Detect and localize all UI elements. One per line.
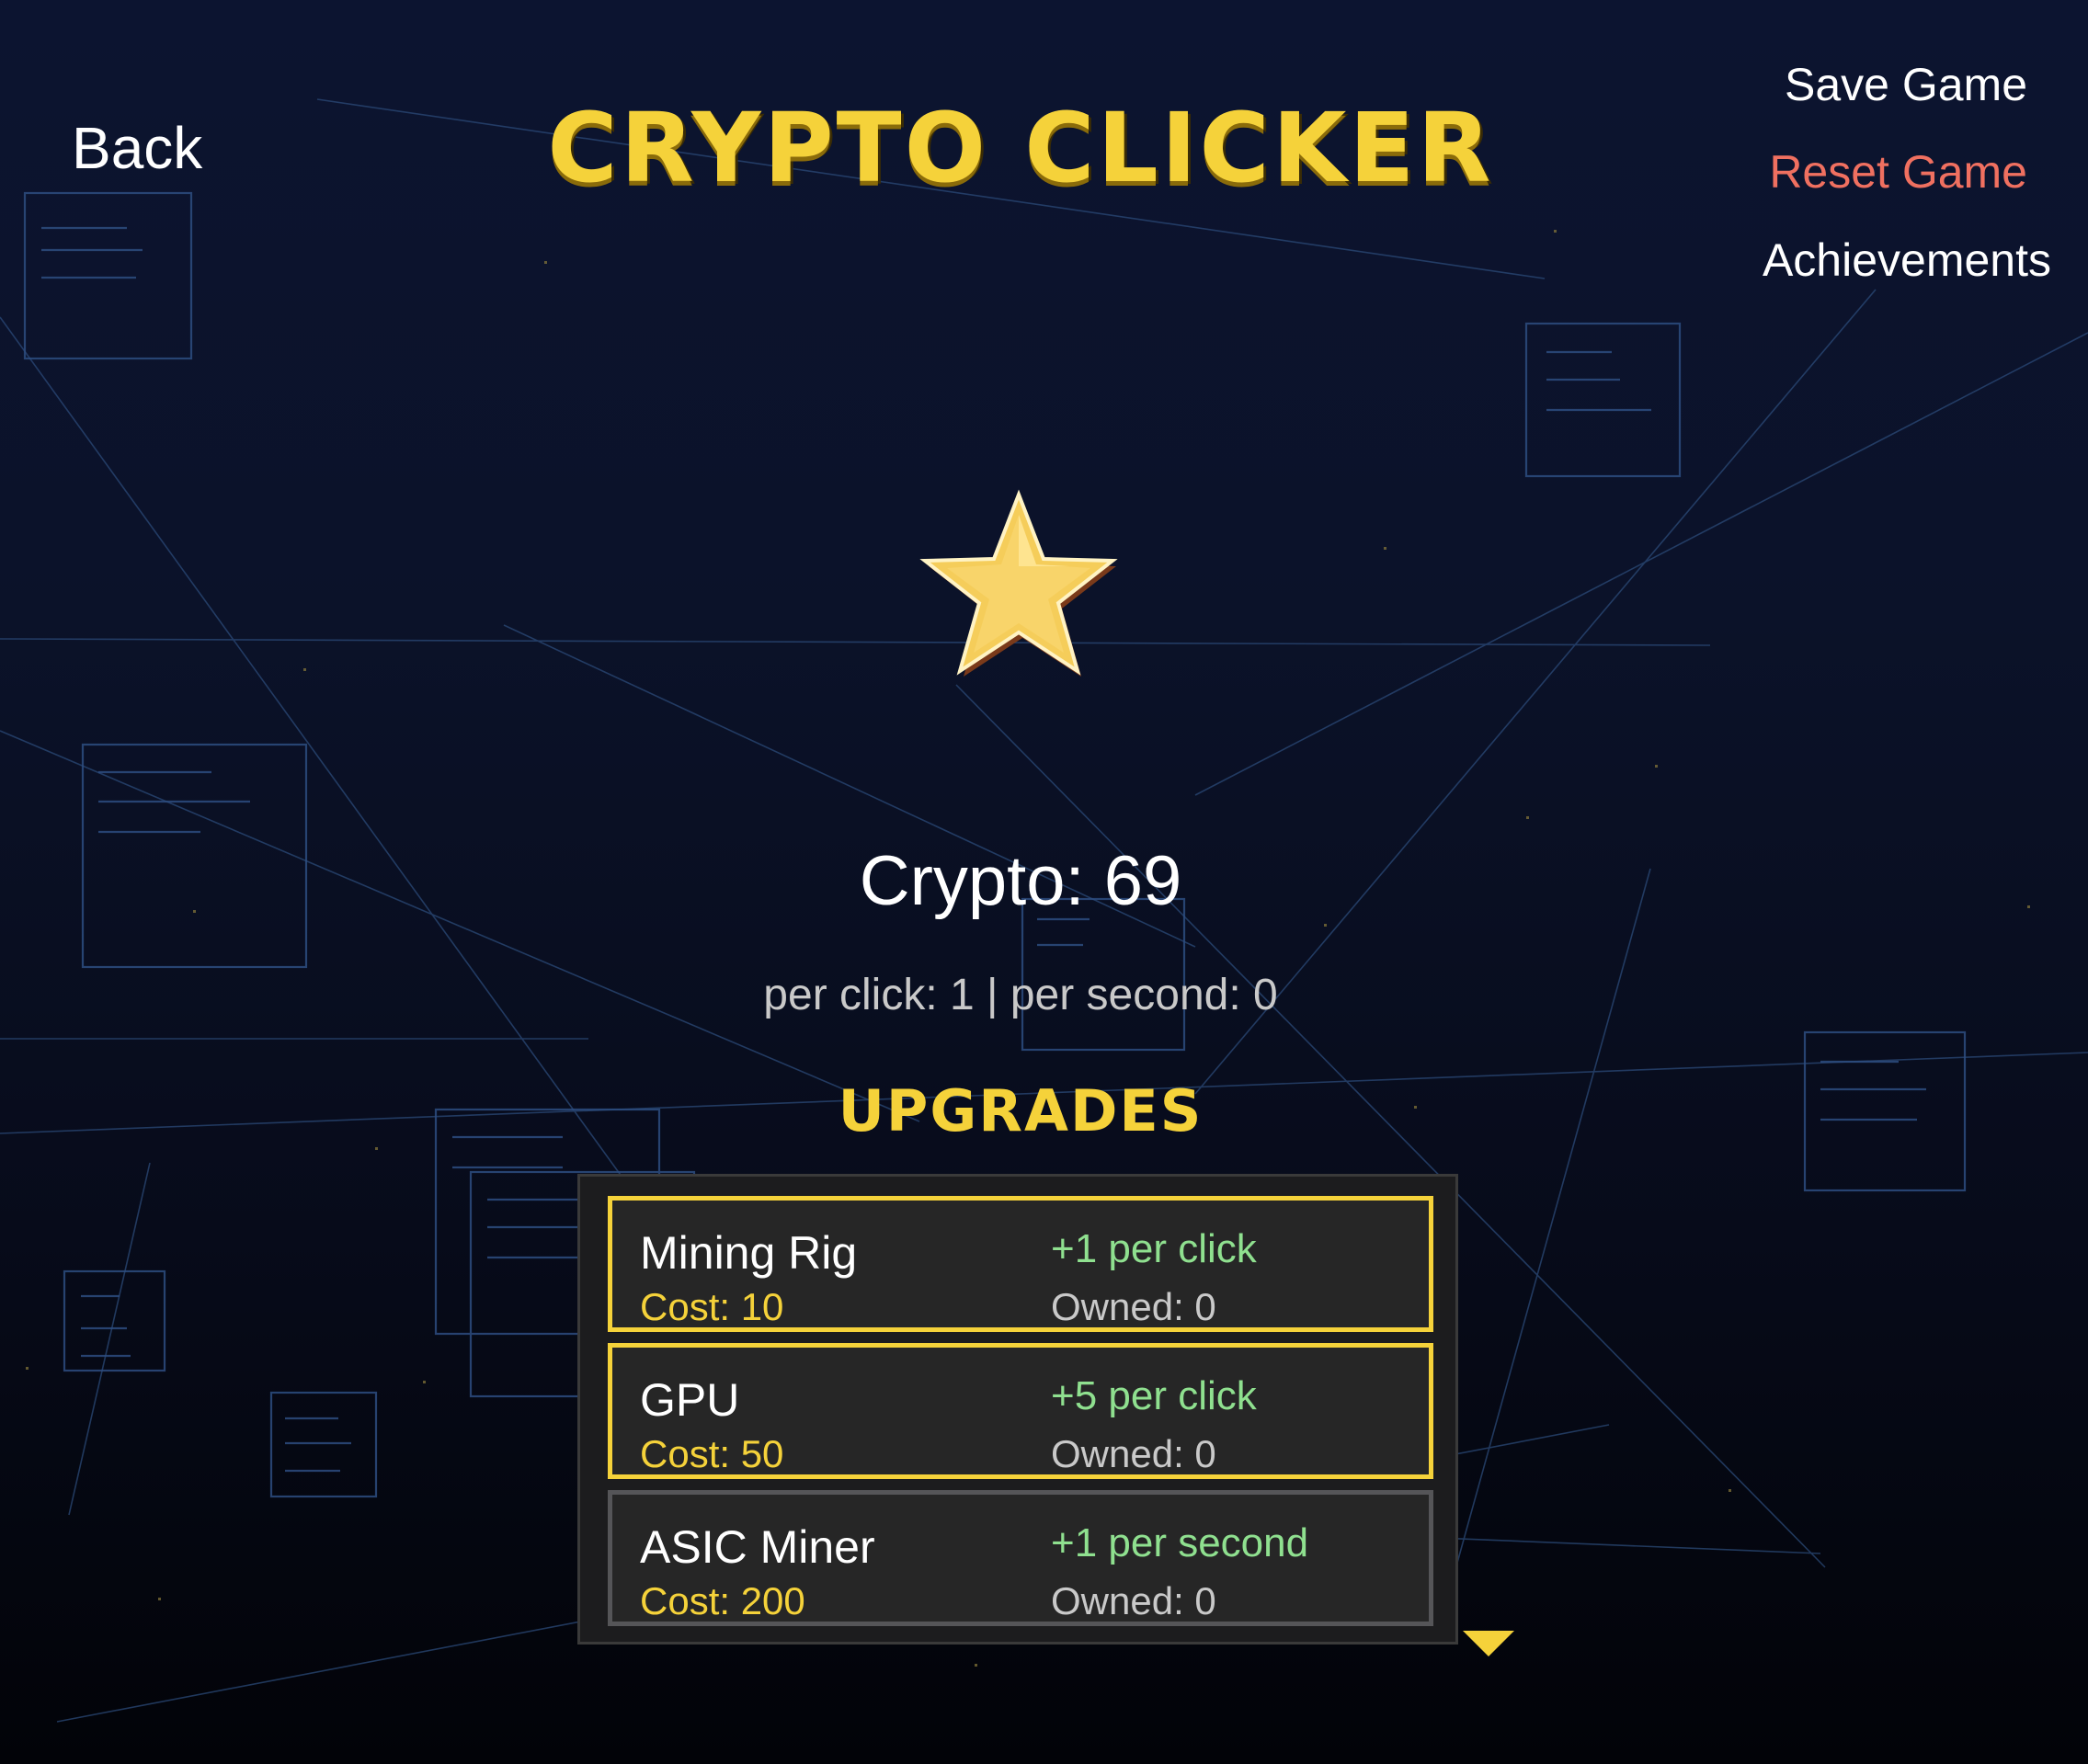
- upgrade-owned: Owned: 0: [1051, 1432, 1216, 1475]
- star-icon[interactable]: [918, 487, 1120, 685]
- upgrades-heading: UPGRADES: [838, 1077, 1204, 1144]
- rate-display: per click: 1 | per second: 0: [763, 971, 1278, 1019]
- upgrade-effect: +1 per click: [1051, 1226, 1257, 1271]
- upgrade-gpu[interactable]: GPU Cost: 50 +5 per click Owned: 0: [608, 1343, 1433, 1479]
- upgrade-list[interactable]: Mining Rig Cost: 10 +1 per click Owned: …: [577, 1174, 1458, 1645]
- game-background: Back Save Game Reset Game Achievements C…: [0, 0, 2088, 1764]
- upgrade-effect: +1 per second: [1051, 1520, 1309, 1565]
- upgrade-name: Mining Rig: [640, 1227, 858, 1279]
- upgrade-asic-miner[interactable]: ASIC Miner Cost: 200 +1 per second Owned…: [608, 1490, 1433, 1626]
- upgrade-owned: Owned: 0: [1051, 1285, 1216, 1328]
- upgrade-name: GPU: [640, 1374, 740, 1426]
- scroll-down-arrow-icon[interactable]: [1461, 1629, 1516, 1658]
- achievements-button[interactable]: Achievements: [1763, 233, 2051, 287]
- upgrade-cost: Cost: 50: [640, 1432, 784, 1475]
- upgrade-mining-rig[interactable]: Mining Rig Cost: 10 +1 per click Owned: …: [608, 1196, 1433, 1332]
- upgrade-effect: +5 per click: [1051, 1373, 1257, 1418]
- game-title: CRYPTO CLICKER: [547, 92, 1494, 204]
- upgrade-cost: Cost: 10: [640, 1285, 784, 1328]
- upgrade-name: ASIC Miner: [640, 1521, 875, 1573]
- crypto-counter: Crypto: 69: [859, 842, 1182, 920]
- upgrade-cost: Cost: 200: [640, 1579, 805, 1622]
- upgrade-owned: Owned: 0: [1051, 1579, 1216, 1622]
